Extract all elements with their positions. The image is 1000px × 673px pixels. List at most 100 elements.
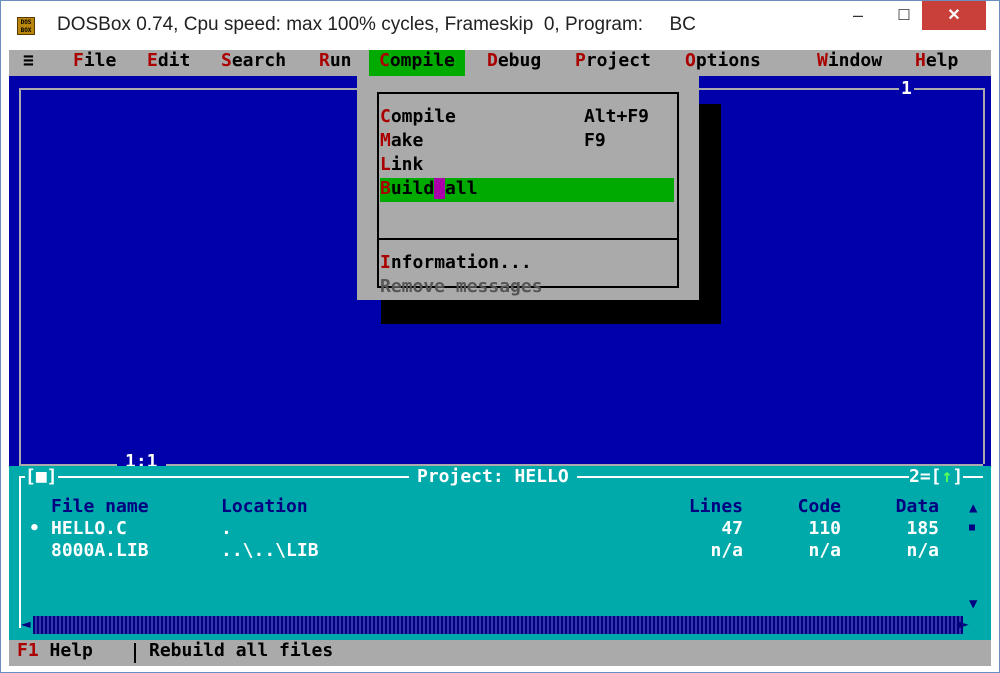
item-compile-shortcut: Alt+F9 [584,106,650,127]
status-message: Rebuild all files [149,640,334,661]
menu-edit[interactable]: Edit [147,50,190,76]
zoom-icon[interactable]: ↑ [942,466,953,487]
file-location: . [221,518,232,539]
status-divider [134,643,136,663]
file-code: 110 [808,518,841,539]
item-make-hotkey: M [380,130,391,151]
file-data: 185 [906,518,939,539]
menu-debug-label: ebug [497,50,542,71]
item-link-hotkey: L [380,154,391,175]
menu-file-hotkey: F [73,50,84,71]
menu-item-remove-messages[interactable]: Remove messages [380,276,674,300]
item-link-label: ink [390,154,424,175]
item-build-hotkey: B [380,178,391,199]
dosbox-window: DOS BOX DOSBox 0.74, Cpu speed: max 100%… [0,0,1000,673]
help-hint[interactable]: F1 Help [17,640,93,661]
menu-run-label: un [329,50,352,71]
text-cursor [434,178,446,199]
menu-options-hotkey: O [685,50,696,71]
col-header-file: File name [51,496,149,517]
maximize-button[interactable]: ☐ [889,1,919,30]
menu-help[interactable]: Help [915,50,958,76]
scroll-left-arrow-icon[interactable]: ◄ [21,614,31,633]
menu-search-label: earch [231,50,287,71]
menu-compile-label: ompile [389,50,455,71]
menu-debug-hotkey: D [487,50,498,71]
menu-help-label: elp [925,50,959,71]
item-build-tail: all [445,178,478,199]
menu-file-label: ile [83,50,117,71]
project-window-number: 2=[↑] [909,466,964,487]
help-key: F1 [17,640,39,661]
scroll-right-arrow-icon[interactable]: ► [959,614,969,633]
menu-window-hotkey: W [817,50,828,71]
item-remove-messages-label: Remove messages [380,276,543,297]
col-header-location: Location [221,496,308,517]
vertical-scrollbar[interactable]: ▲ ■ ▼ [969,494,983,612]
zoom-bracket: ] [952,466,964,487]
item-information-label: nformation... [390,252,532,273]
scroll-thumb[interactable]: ■ [969,522,975,533]
menu-item-make[interactable]: Make F9 [380,130,674,154]
menu-compile-hotkey: C [379,50,390,71]
app-icon-label: DOS BOX [20,19,32,34]
menu-window-label: indow [827,50,883,71]
menu-item-link[interactable]: Link [380,154,674,178]
menu-run-hotkey: R [319,50,330,71]
file-data: n/a [906,540,939,561]
scroll-down-arrow-icon[interactable]: ▼ [969,596,977,612]
menu-compile[interactable]: Compile [369,50,465,76]
dos-screen: ≡ File Edit Search Run Compile Debug Pro… [9,50,991,666]
dosbox-app-icon[interactable]: DOS BOX [17,17,35,35]
item-information-hotkey: I [380,252,391,273]
project-title: Project: HELLO [409,466,577,487]
file-location: ..\..\LIB [221,540,319,561]
menu-run[interactable]: Run [319,50,352,76]
file-name[interactable]: 8000A.LIB [51,540,149,561]
scroll-up-arrow-icon[interactable]: ▲ [969,500,977,516]
menu-project-label: roject [585,50,651,71]
project-close-box[interactable]: [■] [25,466,58,487]
menu-edit-hotkey: E [147,50,158,71]
item-build-label: uild [390,178,435,199]
menu-search[interactable]: Search [221,50,286,76]
menu-search-hotkey: S [221,50,232,71]
col-header-code: Code [797,496,841,517]
menu-options-label: ptions [695,50,761,71]
menu-debug[interactable]: Debug [487,50,541,76]
menu-item-build-all[interactable]: Build all [380,178,674,202]
item-compile-hotkey: C [380,106,391,127]
project-number-label: 2=[ [909,466,942,487]
system-menu[interactable]: ≡ [23,50,34,76]
item-make-shortcut: F9 [584,130,606,151]
menu-project-hotkey: P [575,50,586,71]
item-compile-label: ompile [390,106,456,127]
editor-window-number: 1 [899,78,914,99]
close-button[interactable]: ✕ [922,1,986,30]
menu-help-hotkey: H [915,50,926,71]
file-lines: n/a [710,540,743,561]
title-bar[interactable]: DOS BOX DOSBox 0.74, Cpu speed: max 100%… [1,1,999,50]
menu-edit-label: dit [157,50,191,71]
menu-file[interactable]: File [73,50,116,76]
menu-project[interactable]: Project [575,50,651,76]
help-label: Help [49,640,93,661]
project-window[interactable]: [■] Project: HELLO 2=[↑] File name Locat… [9,466,991,640]
file-code: n/a [808,540,841,561]
status-bar: F1 Help Rebuild all files [9,640,991,666]
menu-options[interactable]: Options [685,50,761,76]
menu-window[interactable]: Window [817,50,882,76]
minimize-button[interactable]: – [843,1,873,30]
row-marker: • [29,518,40,539]
menu-bar: ≡ File Edit Search Run Compile Debug Pro… [9,50,991,76]
col-header-lines: Lines [688,496,743,517]
file-name[interactable]: HELLO.C [51,518,127,539]
horizontal-scrollbar[interactable] [33,616,963,634]
window-title: DOSBox 0.74, Cpu speed: max 100% cycles,… [57,14,696,35]
menu-separator [377,238,679,240]
menu-item-information[interactable]: Information... [380,252,674,276]
menu-item-compile[interactable]: Compile Alt+F9 [380,106,674,130]
compile-menu: Compile Alt+F9 Make F9 Link Build all Info… [357,76,699,300]
col-header-data: Data [895,496,939,517]
close-box-icon: [■] [25,466,58,487]
